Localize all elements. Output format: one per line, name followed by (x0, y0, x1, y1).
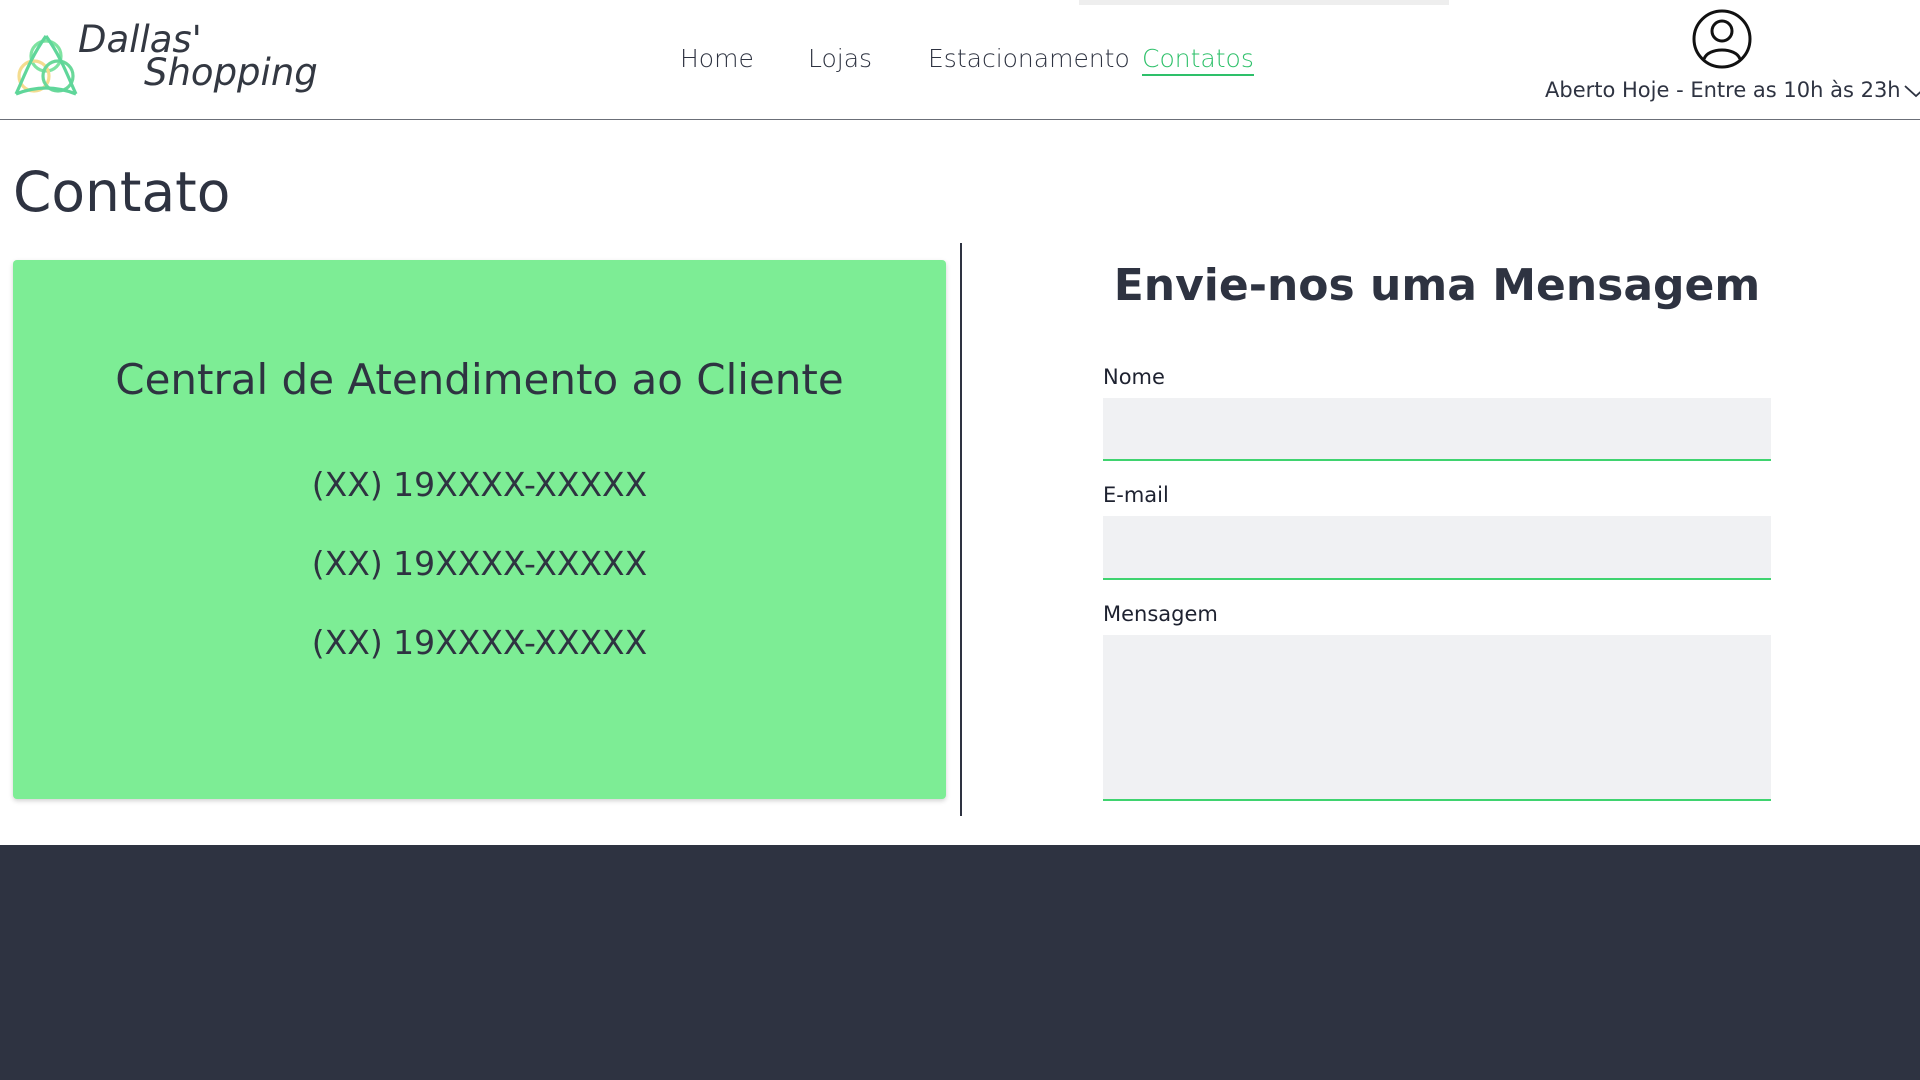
chevron-down-icon (1904, 85, 1920, 98)
vertical-divider (960, 243, 962, 816)
site-footer (0, 845, 1920, 1080)
name-label: Nome (1103, 365, 1165, 389)
email-label: E-mail (1103, 483, 1169, 507)
triquetra-icon (14, 35, 78, 96)
header-top-strip (1079, 0, 1449, 5)
nav-item-lojas[interactable]: Lojas (808, 44, 872, 73)
user-circle-icon[interactable] (1691, 8, 1753, 70)
support-card: Central de Atendimento ao Cliente (XX) 1… (13, 260, 946, 799)
page-title: Contato (13, 160, 231, 224)
nav-item-home[interactable]: Home (680, 44, 754, 73)
nav-item-estacionamento[interactable]: Estacionamento (928, 44, 1130, 73)
logo-text-line2: Shopping (144, 51, 318, 94)
opening-hours-dropdown[interactable]: Aberto Hoje - Entre as 10h às 23h (1545, 78, 1920, 102)
email-field[interactable] (1103, 516, 1771, 580)
form-title: Envie-nos uma Mensagem (1113, 260, 1761, 311)
message-field[interactable] (1103, 635, 1771, 801)
phone-number: (XX) 19XXXX-XXXXX (311, 544, 648, 583)
opening-hours-text: Aberto Hoje - Entre as 10h às 23h (1545, 78, 1901, 102)
site-header: Dallas' Shopping Home Lojas Estacionamen… (0, 0, 1920, 120)
message-label: Mensagem (1103, 602, 1218, 626)
support-title: Central de Atendimento ao Cliente (115, 355, 844, 404)
user-area: Aberto Hoje - Entre as 10h às 23h (1540, 8, 1920, 108)
site-logo[interactable]: Dallas' Shopping (12, 18, 318, 103)
name-field[interactable] (1103, 398, 1771, 461)
nav-item-contatos[interactable]: Contatos (1142, 44, 1254, 76)
phone-number: (XX) 19XXXX-XXXXX (311, 623, 648, 662)
phone-number: (XX) 19XXXX-XXXXX (311, 465, 648, 504)
